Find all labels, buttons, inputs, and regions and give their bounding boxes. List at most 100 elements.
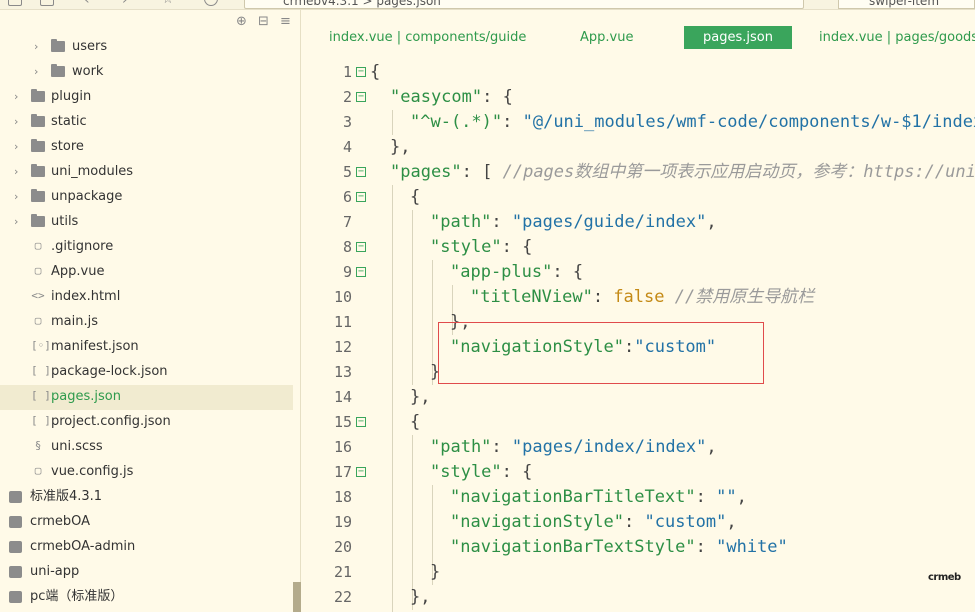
bookmark-icon[interactable]: ☆	[162, 0, 176, 7]
tab-pages-json[interactable]: pages.json	[684, 26, 792, 49]
json-string: "pages/guide/index"	[511, 212, 707, 232]
line-number: 15	[333, 413, 352, 431]
json-string: "custom"	[644, 512, 727, 532]
json-punctuation: : [	[461, 162, 503, 182]
json-boolean: false	[613, 287, 665, 307]
fold-toggle-icon[interactable]: −	[356, 192, 366, 202]
line-number: 7	[342, 213, 352, 231]
tab-app-vue[interactable]: App.vue	[580, 26, 633, 49]
collapse-all-icon[interactable]: ⊟	[258, 14, 269, 29]
folder-icon	[51, 39, 65, 52]
tree-folder-store[interactable]: › store	[0, 135, 293, 160]
fold-toggle-icon[interactable]: −	[356, 242, 366, 252]
tree-folder-uni-modules[interactable]: › uni_modules	[0, 160, 293, 185]
chevron-right-icon[interactable]: ›	[14, 91, 22, 103]
tree-item-label: work	[72, 64, 104, 79]
tree-file-main-js[interactable]: ▢ main.js	[0, 310, 293, 335]
forward-icon[interactable]: ›	[122, 0, 136, 8]
line-number: 11	[333, 313, 352, 331]
tree-folder-users[interactable]: › users	[0, 35, 293, 60]
fold-toggle-icon[interactable]: −	[356, 167, 366, 177]
json-punctuation: :	[491, 437, 512, 457]
sidebar-scrollbar[interactable]	[293, 582, 301, 612]
fold-toggle-icon[interactable]: −	[356, 417, 366, 427]
json-key: "path"	[430, 437, 492, 457]
tree-file-uni-scss[interactable]: § uni.scss	[0, 435, 293, 460]
code-line: }	[430, 560, 440, 585]
chevron-right-icon[interactable]: ›	[34, 41, 42, 53]
chevron-right-icon[interactable]: ›	[14, 216, 22, 228]
tab-index-vue-goods[interactable]: index.vue | pages/goods_	[819, 26, 975, 49]
tree-project-crmeboa[interactable]: crmebOA	[0, 510, 293, 535]
vue-file-icon: ▢	[34, 264, 42, 277]
locate-icon[interactable]: ⊕	[236, 14, 247, 29]
tree-project-uni-app[interactable]: uni-app	[0, 560, 293, 585]
json-punctuation: : {	[501, 237, 533, 257]
line-number: 13	[333, 363, 352, 381]
tree-file-app-vue[interactable]: ▢ App.vue	[0, 260, 293, 285]
tab-label: App.vue	[580, 30, 634, 45]
chevron-right-icon[interactable]: ›	[14, 166, 22, 178]
line-number: 9	[342, 263, 352, 281]
tree-folder-work[interactable]: › work	[0, 60, 293, 85]
tree-file-package-lock-json[interactable]: [ ] package-lock.json	[0, 360, 293, 385]
project-icon	[9, 541, 22, 553]
code-line: },	[410, 585, 430, 610]
fold-toggle-icon[interactable]: −	[356, 92, 366, 102]
tree-item-label: uni_modules	[51, 164, 134, 179]
line-number: 20	[333, 538, 352, 556]
code-line: "navigationBarTitleText": "",	[450, 485, 747, 510]
tree-project-crmeboa-admin[interactable]: crmebOA-admin	[0, 535, 293, 560]
tree-item-label: static	[51, 114, 87, 129]
tab-index-vue-guide[interactable]: index.vue | components/guide	[329, 26, 526, 49]
tree-file-pages-json[interactable]: [ ] pages.json	[0, 385, 293, 410]
json-punctuation: },	[390, 137, 411, 157]
indent-guide	[412, 210, 413, 385]
chevron-right-icon[interactable]: ›	[14, 116, 22, 128]
code-line: {	[370, 60, 380, 85]
search-input[interactable]: swiper-item	[838, 0, 975, 9]
breadcrumb[interactable]: crmebv4.3.1 > pages.json	[244, 0, 804, 9]
tree-folder-utils[interactable]: › utils	[0, 210, 293, 235]
tree-folder-plugin[interactable]: › plugin	[0, 85, 293, 110]
tree-item-label: pc端（标准版）	[30, 589, 124, 604]
menu-icon[interactable]: ≡	[280, 14, 291, 29]
back-icon[interactable]: ‹	[84, 0, 98, 8]
line-number: 5	[342, 163, 352, 181]
tree-project-pc[interactable]: pc端（标准版）	[0, 585, 293, 610]
folder-icon	[31, 139, 45, 152]
tree-folder-unpackage[interactable]: › unpackage	[0, 185, 293, 210]
folder-icon	[31, 189, 45, 202]
watermark-logo: crmeb	[928, 572, 961, 583]
chevron-right-icon[interactable]: ›	[34, 66, 42, 78]
tree-item-label: .gitignore	[51, 239, 114, 254]
tree-folder-static[interactable]: › static	[0, 110, 293, 135]
json-punctuation: {	[370, 62, 381, 82]
tree-file-gitignore[interactable]: ▢ .gitignore	[0, 235, 293, 260]
chevron-right-icon[interactable]: ›	[14, 191, 22, 203]
folder-icon	[31, 89, 45, 102]
json-punctuation: : {	[482, 87, 513, 107]
tree-project-standard[interactable]: 标准版4.3.1	[0, 485, 293, 510]
tree-item-label: plugin	[51, 89, 92, 104]
line-number: 18	[333, 488, 352, 506]
chevron-right-icon[interactable]: ›	[14, 141, 22, 153]
fold-toggle-icon[interactable]: −	[356, 467, 366, 477]
json-key: "style"	[430, 462, 502, 482]
tab-label: index.vue | pages/goods_	[819, 30, 975, 45]
new-file-icon[interactable]	[40, 0, 54, 6]
fold-toggle-icon[interactable]: −	[356, 267, 366, 277]
json-punctuation: ,	[736, 487, 747, 507]
json-key: "titleNView"	[470, 287, 593, 307]
indent-guide	[412, 435, 413, 610]
sidebar-toggle-icon[interactable]	[8, 0, 22, 6]
json-punctuation: },	[410, 387, 431, 407]
js-file-icon: ▢	[34, 464, 42, 477]
json-punctuation: :	[502, 112, 523, 132]
tree-file-project-config-json[interactable]: [ ] project.config.json	[0, 410, 293, 435]
tree-file-manifest-json[interactable]: [◦] manifest.json	[0, 335, 293, 360]
tree-file-index-html[interactable]: <> index.html	[0, 285, 293, 310]
tree-file-vue-config-js[interactable]: ▢ vue.config.js	[0, 460, 293, 485]
run-icon[interactable]	[204, 0, 218, 6]
fold-toggle-icon[interactable]: −	[356, 67, 366, 77]
